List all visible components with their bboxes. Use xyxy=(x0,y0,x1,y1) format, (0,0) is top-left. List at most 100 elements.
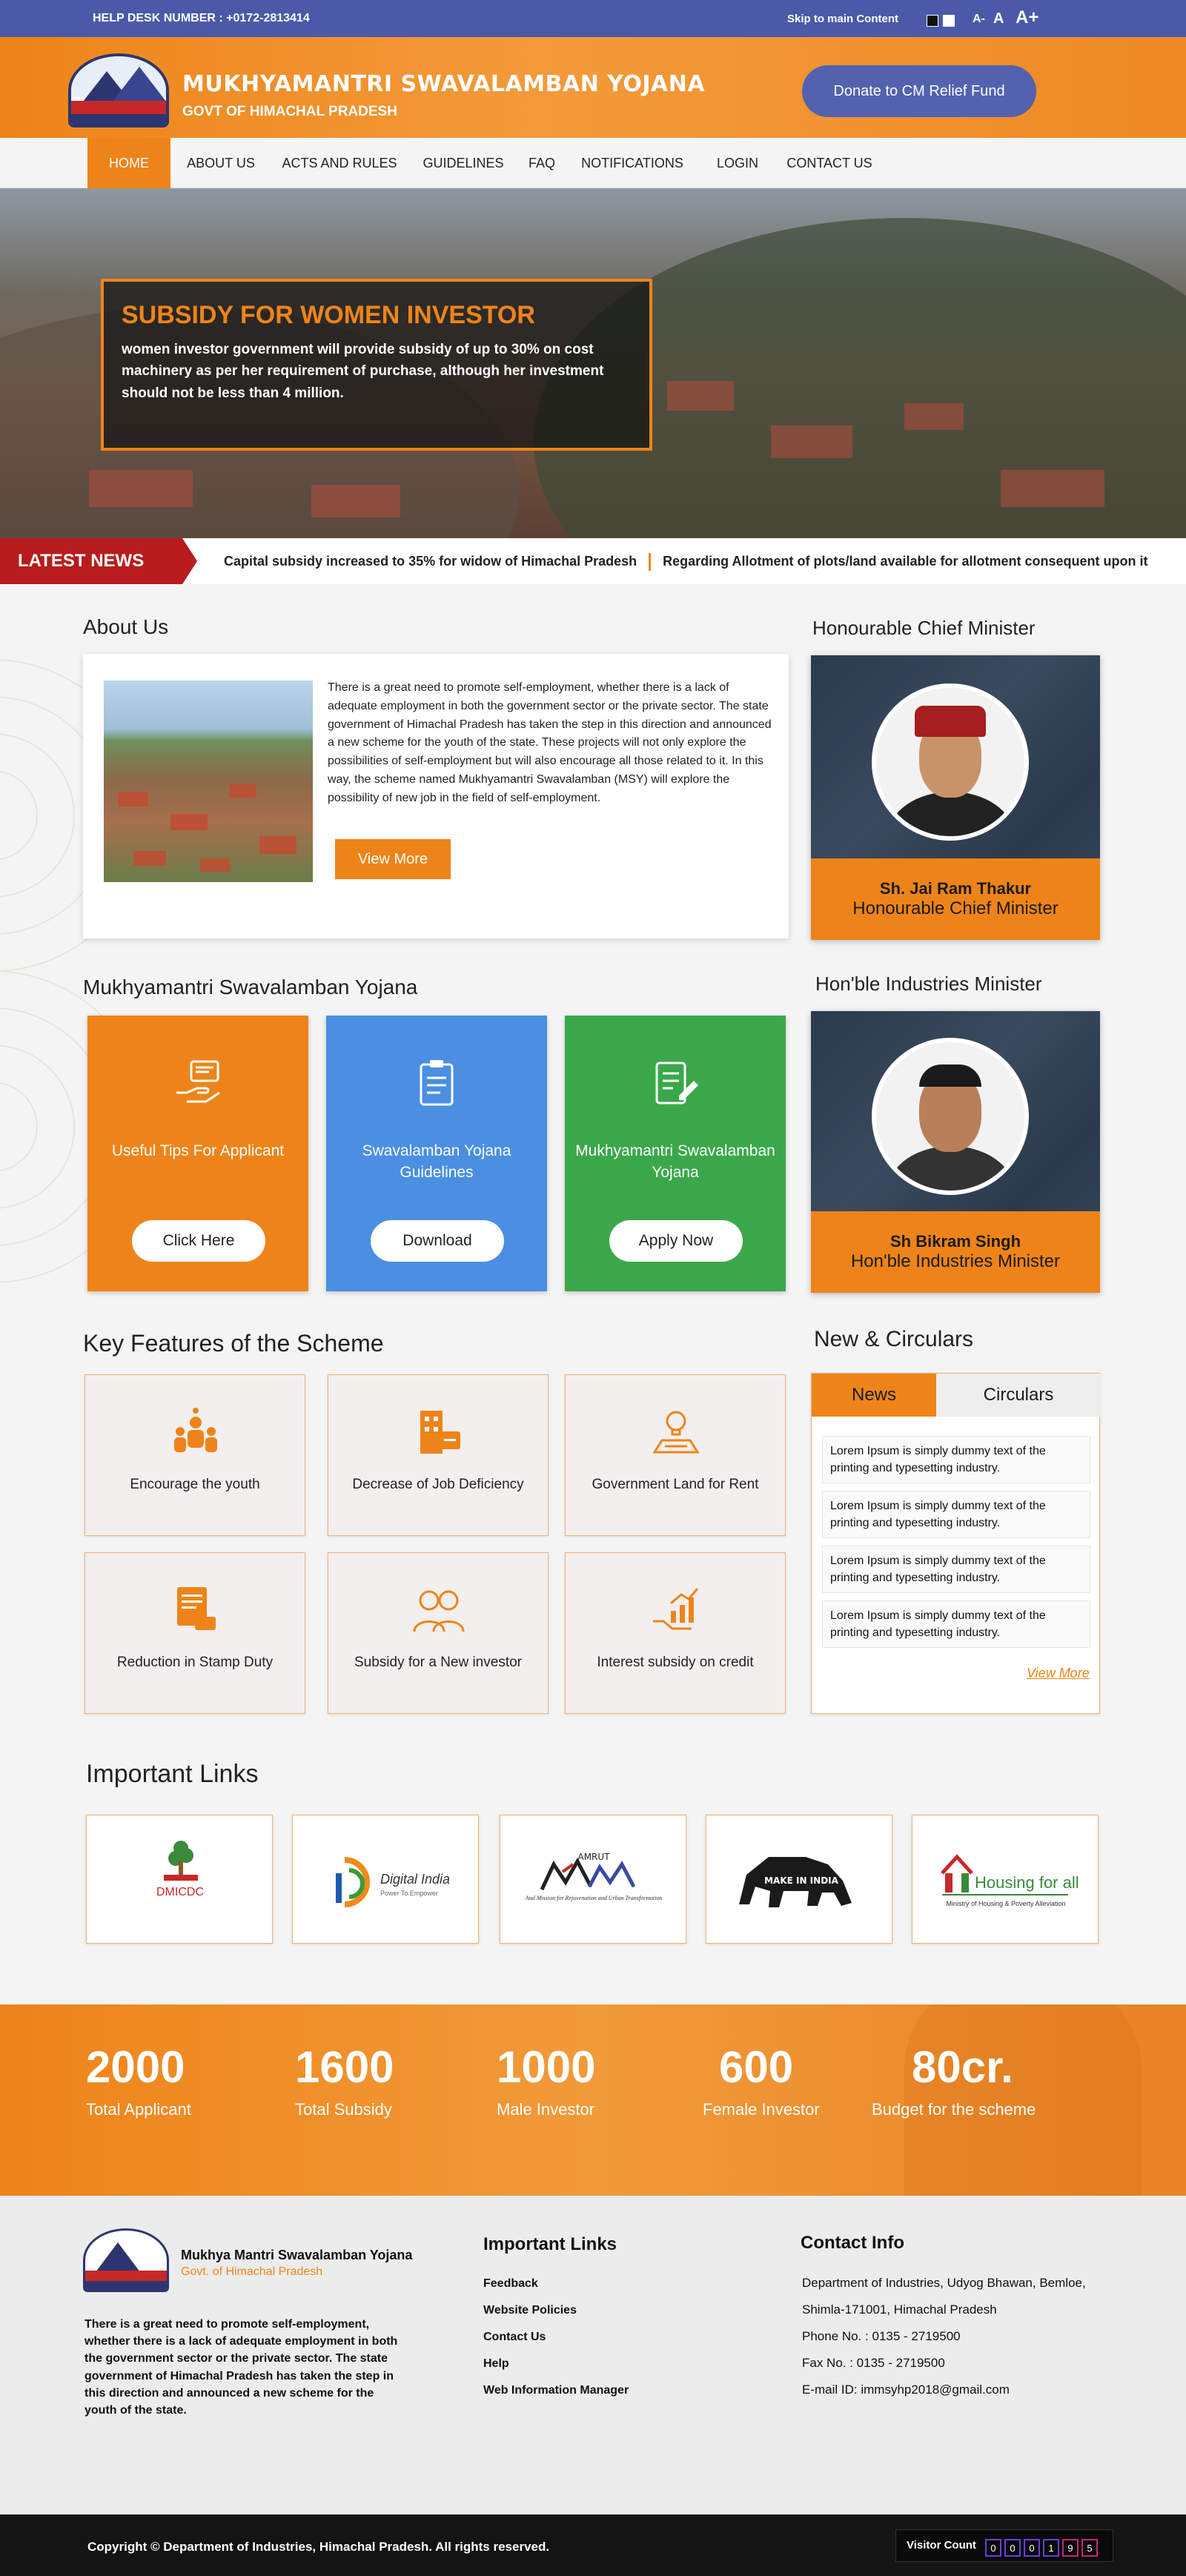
footer-site-sub: Govt. of Himachal Pradesh xyxy=(181,2265,323,2278)
hand-tips-icon xyxy=(176,1060,220,1103)
contact-fax: Fax No. : 0135 - 2719500 xyxy=(802,2356,945,2370)
site-footer: Mukhya Mantri Swavalamban Yojana Govt. o… xyxy=(0,2196,1186,2514)
feature-card: Reduction in Stamp Duty xyxy=(85,1552,305,1714)
ticker-item[interactable]: Regarding Allotment of plots/land availa… xyxy=(663,554,1147,569)
hero-title: SUBSIDY FOR WOMEN INVESTOR xyxy=(122,301,535,329)
ticker-item[interactable]: Capital subsidy increased to 35% for wid… xyxy=(224,554,637,569)
news-item[interactable]: Lorem Ipsum is simply dummy text of the … xyxy=(822,1436,1090,1483)
stat-budget: 80cr. Budget for the scheme xyxy=(872,2042,1050,2119)
stat-total-subsidy: 1600 Total Subsidy xyxy=(295,2042,473,2119)
click-here-button[interactable]: Click Here xyxy=(132,1220,265,1262)
stat-total-applicant: 2000 Total Applicant xyxy=(86,2042,264,2119)
scheme-card-apply: Mukhyamantri Swavalamban Yojana Apply No… xyxy=(565,1016,786,1291)
news-view-more-link[interactable]: View More xyxy=(1027,1666,1090,1681)
footer-links-heading: Important Links xyxy=(483,2234,617,2254)
stat-value: 80cr. xyxy=(912,2042,1013,2092)
housing-for-all-logo: Housing for all Ministry of Housing & Po… xyxy=(941,1854,1079,1907)
news-item[interactable]: Lorem Ipsum is simply dummy text of the … xyxy=(822,1491,1090,1538)
stat-label: Total Subsidy xyxy=(295,2100,392,2119)
digital-india-logo-link[interactable]: Digital India Power To Empower xyxy=(292,1815,479,1944)
stat-label: Total Applicant xyxy=(86,2100,191,2119)
chief-minister-name: Sh. Jai Ram Thakur xyxy=(879,879,1032,898)
nav-acts-and-rules[interactable]: ACTS AND RULES xyxy=(276,138,403,188)
scheme-card-title: Swavalamban Yojana Guidelines xyxy=(362,1142,511,1182)
footer-contact-heading: Contact Info xyxy=(801,2233,904,2253)
stat-value: 1000 xyxy=(497,2042,596,2092)
contact-address-line1: Department of Industries, Udyog Bhawan, … xyxy=(802,2276,1086,2290)
housing-for-all-logo-link[interactable]: Housing for all Ministry of Housing & Po… xyxy=(912,1815,1099,1944)
footer-link-web-information-manager[interactable]: Web Information Manager xyxy=(483,2384,629,2397)
nav-notifications[interactable]: NOTIFICATIONS xyxy=(575,138,689,188)
visitor-digit: 0 xyxy=(1004,2539,1021,2557)
stat-male-investor: 1000 Male Investor xyxy=(497,2042,675,2119)
apply-now-button[interactable]: Apply Now xyxy=(609,1220,743,1262)
make-in-india-logo-link[interactable]: MAKE IN INDIA xyxy=(706,1815,892,1944)
download-button[interactable]: Download xyxy=(371,1220,504,1262)
tab-news[interactable]: News xyxy=(812,1374,936,1417)
footer-link-feedback[interactable]: Feedback xyxy=(483,2277,538,2291)
nav-login[interactable]: LOGIN xyxy=(707,138,768,188)
chief-minister-heading: Honourable Chief Minister xyxy=(812,617,1036,639)
high-contrast-toggle[interactable] xyxy=(927,15,938,27)
hero-banner: SUBSIDY FOR WOMEN INVESTOR women investo… xyxy=(0,188,1186,538)
features-heading: Key Features of the Scheme xyxy=(83,1330,384,1357)
footer-link-website-policies[interactable]: Website Policies xyxy=(483,2304,577,2317)
donate-button[interactable]: Donate to CM Relief Fund xyxy=(802,65,1036,117)
chief-minister-title: Honourable Chief Minister xyxy=(852,898,1059,918)
dmicdc-logo-link[interactable]: DMICDC xyxy=(86,1815,273,1944)
about-view-more-button[interactable]: View More xyxy=(335,839,451,879)
footer-link-contact-us[interactable]: Contact Us xyxy=(483,2331,546,2344)
footer-about-text: There is a great need to promote self-em… xyxy=(85,2318,398,2417)
normal-contrast-toggle[interactable] xyxy=(943,15,955,27)
industries-minister-photo xyxy=(872,1038,1029,1195)
credit-growth-icon xyxy=(653,1588,699,1630)
feature-card: Government Land for Rent xyxy=(565,1374,786,1536)
contact-phone: Phone No. : 0135 - 2719500 xyxy=(802,2329,961,2343)
contact-email[interactable]: E-mail ID: immsyhp2018@gmail.com xyxy=(802,2383,1010,2397)
housing-for-all-logo-text: Housing for all xyxy=(975,1873,1079,1892)
himachal-emblem-logo[interactable] xyxy=(68,53,169,128)
investor-people-icon xyxy=(413,1590,465,1632)
clipboard-guidelines-icon xyxy=(420,1060,454,1106)
stat-label: Male Investor xyxy=(497,2100,595,2119)
digital-india-logo-text: Digital India xyxy=(380,1872,450,1887)
industries-minister-heading: Hon'ble Industries Minister xyxy=(815,973,1042,995)
dmicdc-logo: DMICDC xyxy=(156,1841,204,1898)
stat-value: 2000 xyxy=(86,2042,185,2092)
nav-guidelines[interactable]: GUIDELINES xyxy=(415,138,511,188)
scheme-card-title: Mukhyamantri Swavalamban Yojana xyxy=(575,1142,775,1182)
stat-value: 1600 xyxy=(295,2042,394,2092)
footer-link-help[interactable]: Help xyxy=(483,2357,509,2371)
dmicdc-logo-text: DMICDC xyxy=(156,1886,204,1898)
nav-faq[interactable]: FAQ xyxy=(522,138,562,188)
feature-card: Interest subsidy on credit xyxy=(565,1552,786,1714)
stat-label: Female Investor xyxy=(703,2100,820,2119)
digital-india-tagline: Power To Empower xyxy=(380,1890,438,1897)
nav-home[interactable]: HOME xyxy=(87,138,170,188)
news-item[interactable]: Lorem Ipsum is simply dummy text of the … xyxy=(822,1546,1090,1593)
stat-female-investor: 600 Female Investor xyxy=(703,2042,881,2119)
stamp-document-icon xyxy=(177,1587,216,1630)
news-circulars-panel: News Circulars Lorem Ipsum is simply dum… xyxy=(811,1373,1101,1714)
tab-circulars[interactable]: Circulars xyxy=(936,1374,1101,1417)
nav-about-us[interactable]: ABOUT US xyxy=(176,138,265,188)
industries-minister-title: Hon'ble Industries Minister xyxy=(850,1251,1061,1271)
font-increase-button[interactable]: A+ xyxy=(1016,7,1038,28)
font-normal-button[interactable]: A xyxy=(993,10,1004,27)
feature-label: Decrease of Job Deficiency xyxy=(352,1477,524,1492)
news-item[interactable]: Lorem Ipsum is simply dummy text of the … xyxy=(822,1600,1090,1648)
footer-site-name: Mukhya Mantri Swavalamban Yojana xyxy=(181,2248,413,2262)
latest-news-ticker: LATEST NEWS Capital subsidy increased to… xyxy=(0,538,1186,584)
copyright-text: Copyright © Department of Industries, Hi… xyxy=(87,2540,550,2554)
amrut-logo-link[interactable]: AMRUT Atal Mission for Rejuvenation and … xyxy=(500,1815,686,1944)
make-in-india-lion-logo: MAKE IN INDIA xyxy=(739,1857,852,1907)
nav-contact-us[interactable]: CONTACT US xyxy=(781,138,878,188)
latest-news-label: LATEST NEWS xyxy=(0,538,197,584)
industries-minister-card: Sh Bikram Singh Hon'ble Industries Minis… xyxy=(811,1011,1100,1293)
feature-label: Encourage the youth xyxy=(130,1477,260,1492)
skip-to-content-link[interactable]: Skip to main Content xyxy=(787,13,898,25)
stat-value: 600 xyxy=(719,2042,794,2092)
footer-emblem-logo[interactable] xyxy=(83,2228,169,2292)
font-decrease-button[interactable]: A- xyxy=(973,13,985,26)
visitor-digit: 1 xyxy=(1043,2539,1059,2557)
